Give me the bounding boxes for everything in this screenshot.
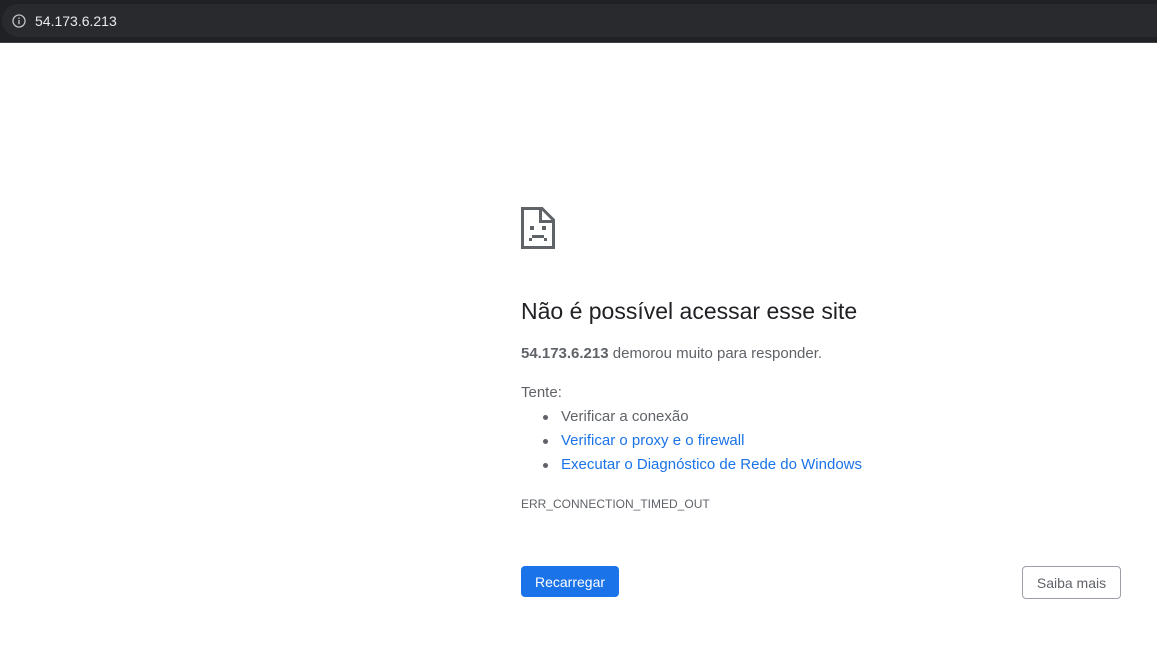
proxy-firewall-link[interactable]: Verificar o proxy e o firewall: [561, 432, 744, 449]
suggestions-label: Tente:: [521, 384, 562, 401]
error-summary: 54.173.6.213 demorou muito para responde…: [521, 345, 822, 363]
address-bar[interactable]: 54.173.6.213: [2, 4, 1157, 37]
suggestion-run-diagnostics[interactable]: Executar o Diagnóstico de Rede do Window…: [543, 456, 862, 480]
network-diagnostics-link[interactable]: Executar o Diagnóstico de Rede do Window…: [561, 456, 862, 473]
browser-toolbar: 54.173.6.213: [0, 0, 1157, 43]
sad-page-icon: [521, 207, 555, 249]
error-summary-text: demorou muito para responder.: [608, 345, 823, 362]
error-host: 54.173.6.213: [521, 345, 609, 362]
url-text[interactable]: 54.173.6.213: [35, 13, 117, 30]
reload-button[interactable]: Recarregar: [521, 566, 619, 597]
details-button[interactable]: Saiba mais: [1022, 566, 1121, 599]
error-code: ERR_CONNECTION_TIMED_OUT: [521, 497, 710, 511]
suggestion-check-connection: Verificar a conexão: [543, 408, 862, 432]
suggestions-list: Verificar a conexão Verificar o proxy e …: [521, 408, 862, 480]
error-title: Não é possível acessar esse site: [521, 298, 858, 324]
info-icon[interactable]: [12, 14, 26, 28]
suggestion-check-proxy-firewall[interactable]: Verificar o proxy e o firewall: [543, 432, 862, 456]
